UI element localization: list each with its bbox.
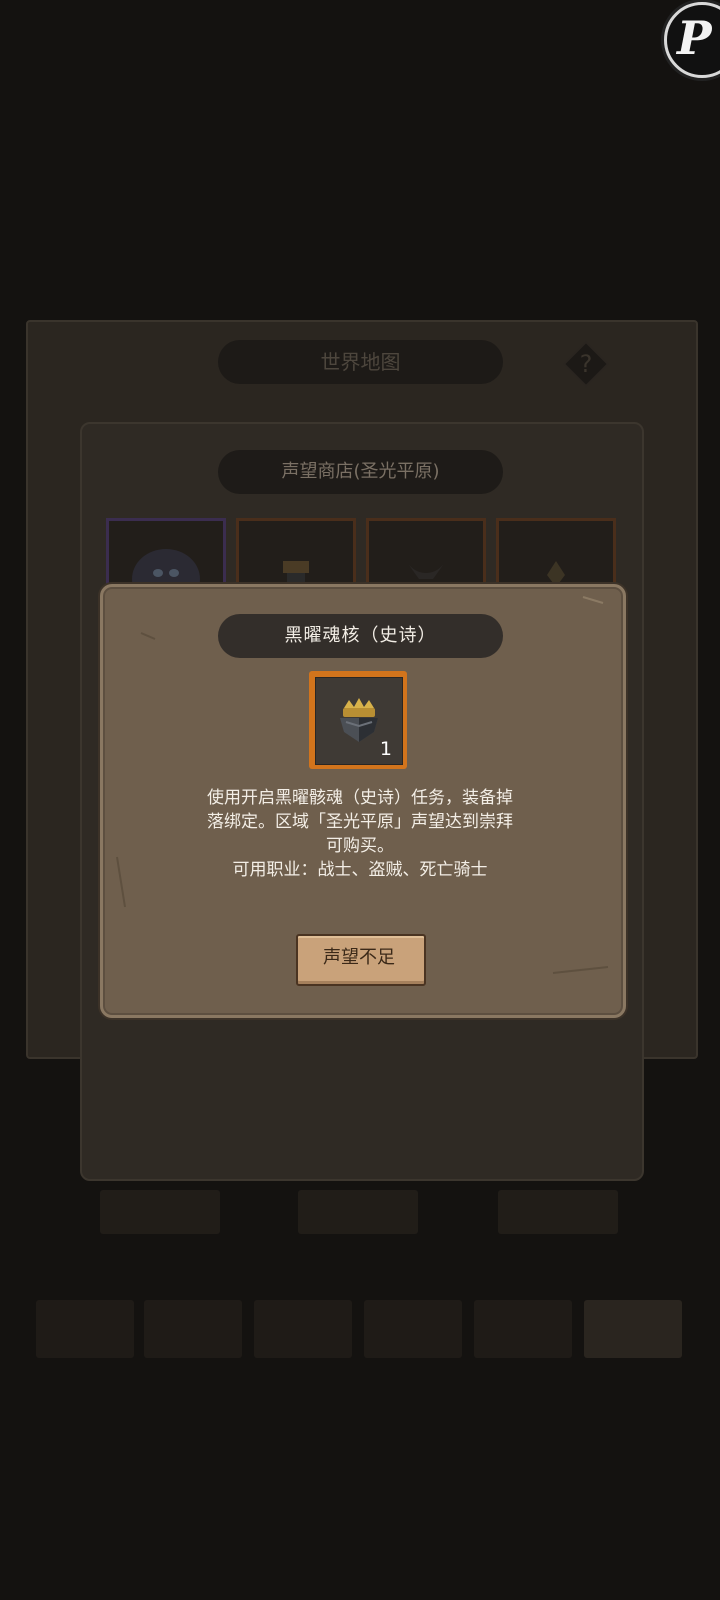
reputation-shop-title: 声望商店(圣光平原) [218,450,503,494]
shop-item-slot-3[interactable] [366,518,486,591]
mask-icon [132,549,200,609]
item-description: 使用开启黑曜骸魂（史诗）任务，装备掉 落绑定。区域「圣光平原」声望达到崇拜 可购… [160,786,560,882]
dialog-title: 黑曜魂核（史诗） [218,614,503,658]
soul-core-icon [283,561,309,587]
shop-item-slot-4[interactable] [496,518,616,591]
world-map-title: 世界地图 [218,340,503,384]
description-line: 使用开启黑曜骸魂（史诗）任务，装备掉 [207,788,513,808]
shop-item-slot-2[interactable] [236,518,356,591]
svg-text:?: ? [580,350,593,378]
world-bottom-button-3[interactable] [498,1190,618,1234]
corner-badge-letter: P [677,11,712,65]
insufficient-reputation-button[interactable]: 声望不足 [296,930,426,986]
item-slot[interactable]: 1 [309,671,407,769]
nav-tab-5[interactable] [474,1300,572,1358]
nav-tab-6[interactable] [584,1300,682,1358]
shop-item-slot-1[interactable] [106,518,226,609]
horned-helm-icon [405,559,447,579]
amulet-icon [547,561,565,587]
nav-tab-4[interactable] [364,1300,462,1358]
nav-tab-2[interactable] [144,1300,242,1358]
nav-tab-3[interactable] [254,1300,352,1358]
description-line: 可用职业：战士、盗贼、死亡骑士 [232,860,488,880]
description-line: 落绑定。区域「圣光平原」声望达到崇拜 [207,812,513,832]
world-bottom-button-1[interactable] [100,1190,220,1234]
item-count: 1 [379,738,392,760]
corner-badge[interactable]: P [664,2,720,78]
nav-tab-1[interactable] [36,1300,134,1358]
help-icon[interactable]: ? [562,340,610,388]
world-bottom-button-2[interactable] [298,1190,418,1234]
description-line: 可购买。 [326,836,394,856]
button-label: 声望不足 [323,947,395,968]
